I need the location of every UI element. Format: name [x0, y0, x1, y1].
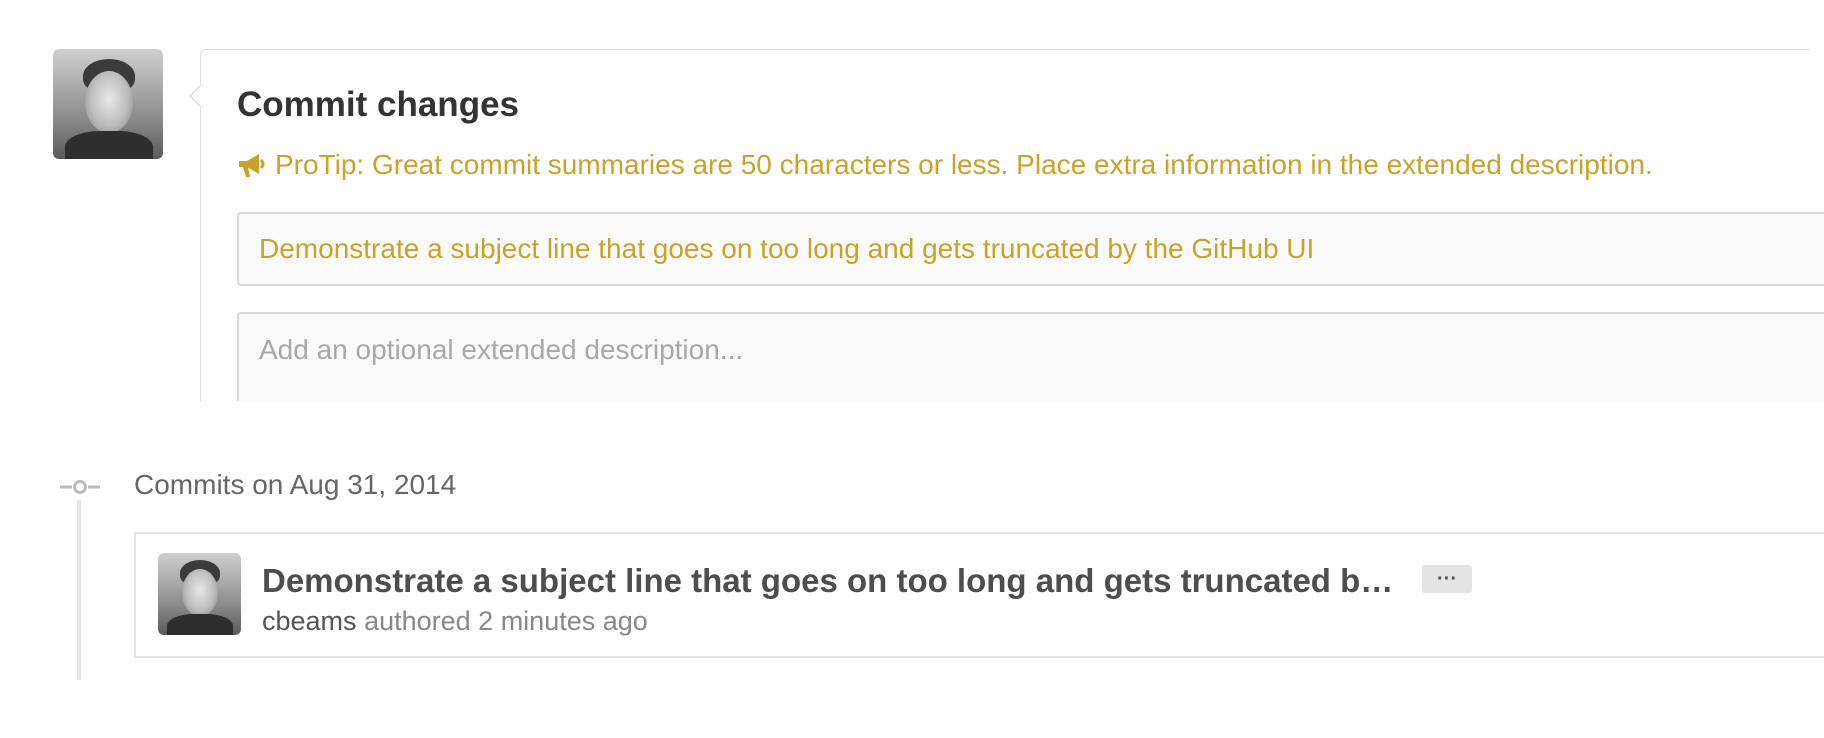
- megaphone-icon: [239, 154, 265, 177]
- commit-changes-title: Commit changes: [237, 85, 519, 124]
- commit-summary-input[interactable]: [237, 212, 1824, 286]
- user-avatar[interactable]: [53, 49, 163, 159]
- authored-label: authored: [364, 606, 471, 636]
- protip-text: ProTip: Great commit summaries are 50 ch…: [275, 149, 1653, 180]
- timeline-line: [77, 500, 81, 680]
- protip-message: ProTip: Great commit summaries are 50 ch…: [237, 149, 1653, 181]
- commit-changes-panel: Commit changes ProTip: Great commit summ…: [189, 49, 1824, 412]
- expand-commit-message-button[interactable]: ···: [1422, 565, 1472, 593]
- commit-node-icon: [60, 480, 100, 494]
- commit-description-input[interactable]: [237, 312, 1824, 412]
- commit-list-item: Demonstrate a subject line that goes on …: [134, 532, 1824, 658]
- commit-author-link[interactable]: cbeams: [262, 606, 357, 636]
- commit-author-avatar[interactable]: [158, 553, 241, 635]
- commits-date-heading: Commits on Aug 31, 2014: [134, 469, 457, 500]
- commit-message-link[interactable]: Demonstrate a subject line that goes on …: [262, 562, 1393, 600]
- commit-time: 2 minutes ago: [478, 606, 648, 636]
- commit-meta: cbeams authored 2 minutes ago: [262, 606, 648, 637]
